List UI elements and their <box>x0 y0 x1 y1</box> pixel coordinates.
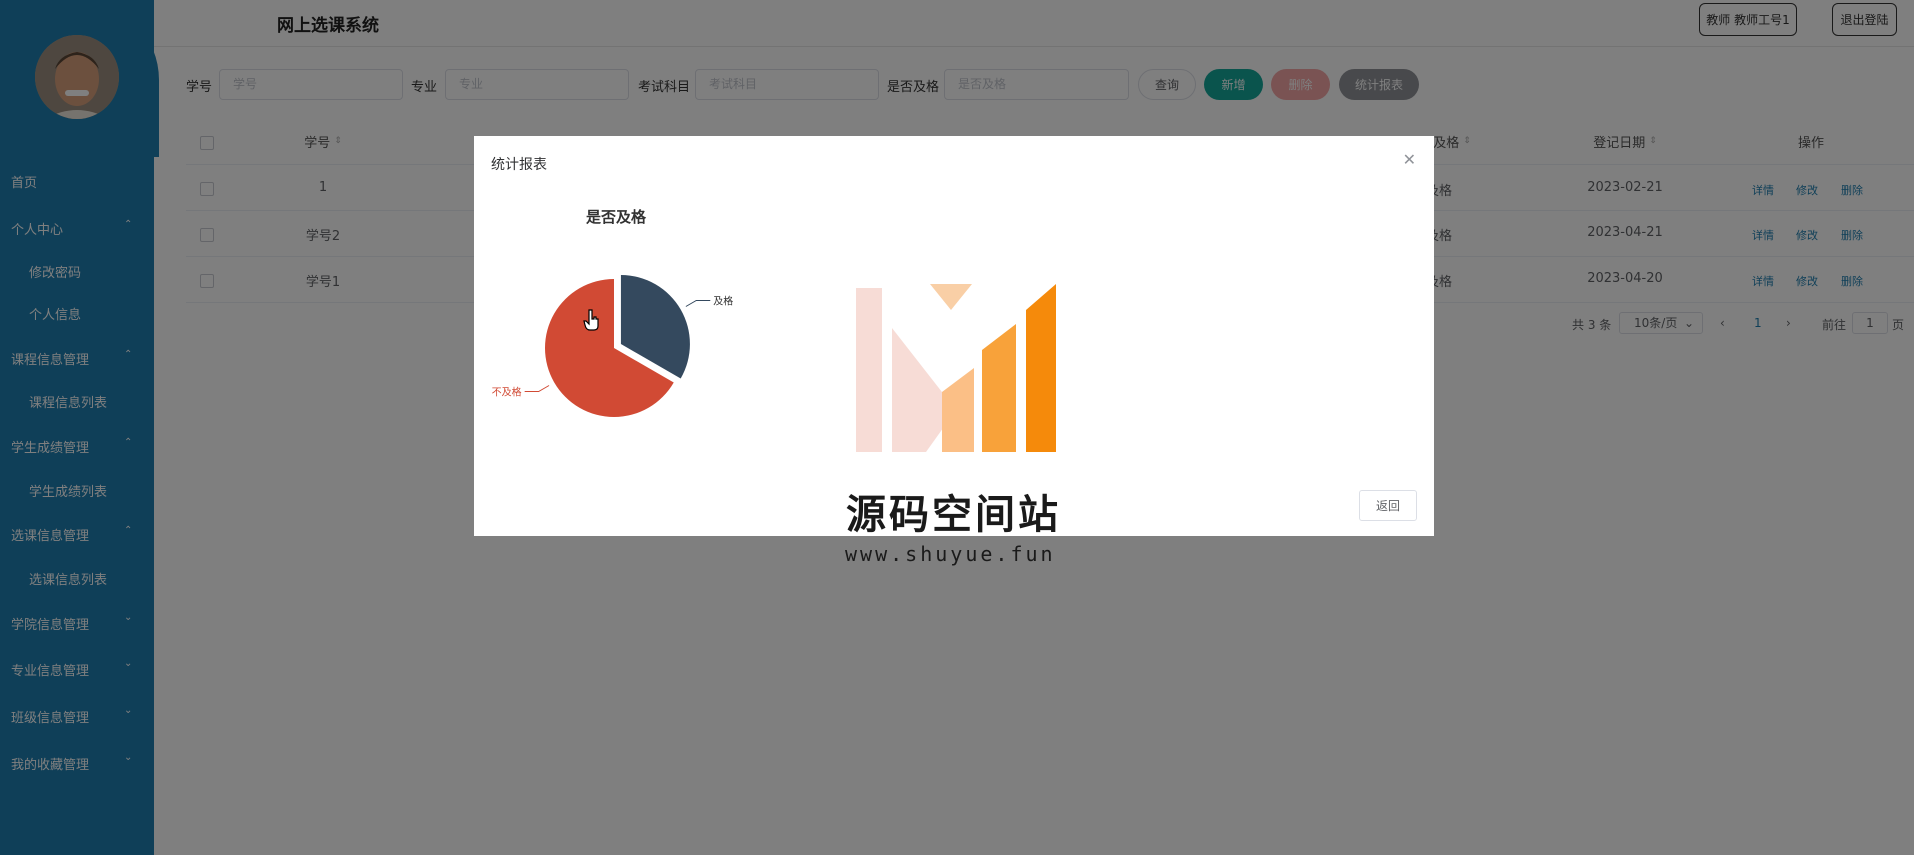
pie-label-line <box>685 300 711 307</box>
close-icon[interactable]: ✕ <box>1403 150 1416 169</box>
watermark-text: 源码空间站 <box>846 492 1061 538</box>
watermark-logo <box>856 284 1056 452</box>
dialog-title: 统计报表 <box>491 157 547 173</box>
cursor-hand-icon <box>583 309 599 331</box>
watermark-url: www.shuyue.fun <box>845 542 1056 566</box>
pie-slice-label: 及格 <box>713 295 733 308</box>
return-button[interactable]: 返回 <box>1359 490 1417 521</box>
pie-label-line <box>524 385 550 392</box>
pie-slice-label: 不及格 <box>492 386 522 399</box>
pie-chart: 及格不及格 <box>492 275 733 417</box>
chart-title: 是否及格 <box>586 208 647 226</box>
